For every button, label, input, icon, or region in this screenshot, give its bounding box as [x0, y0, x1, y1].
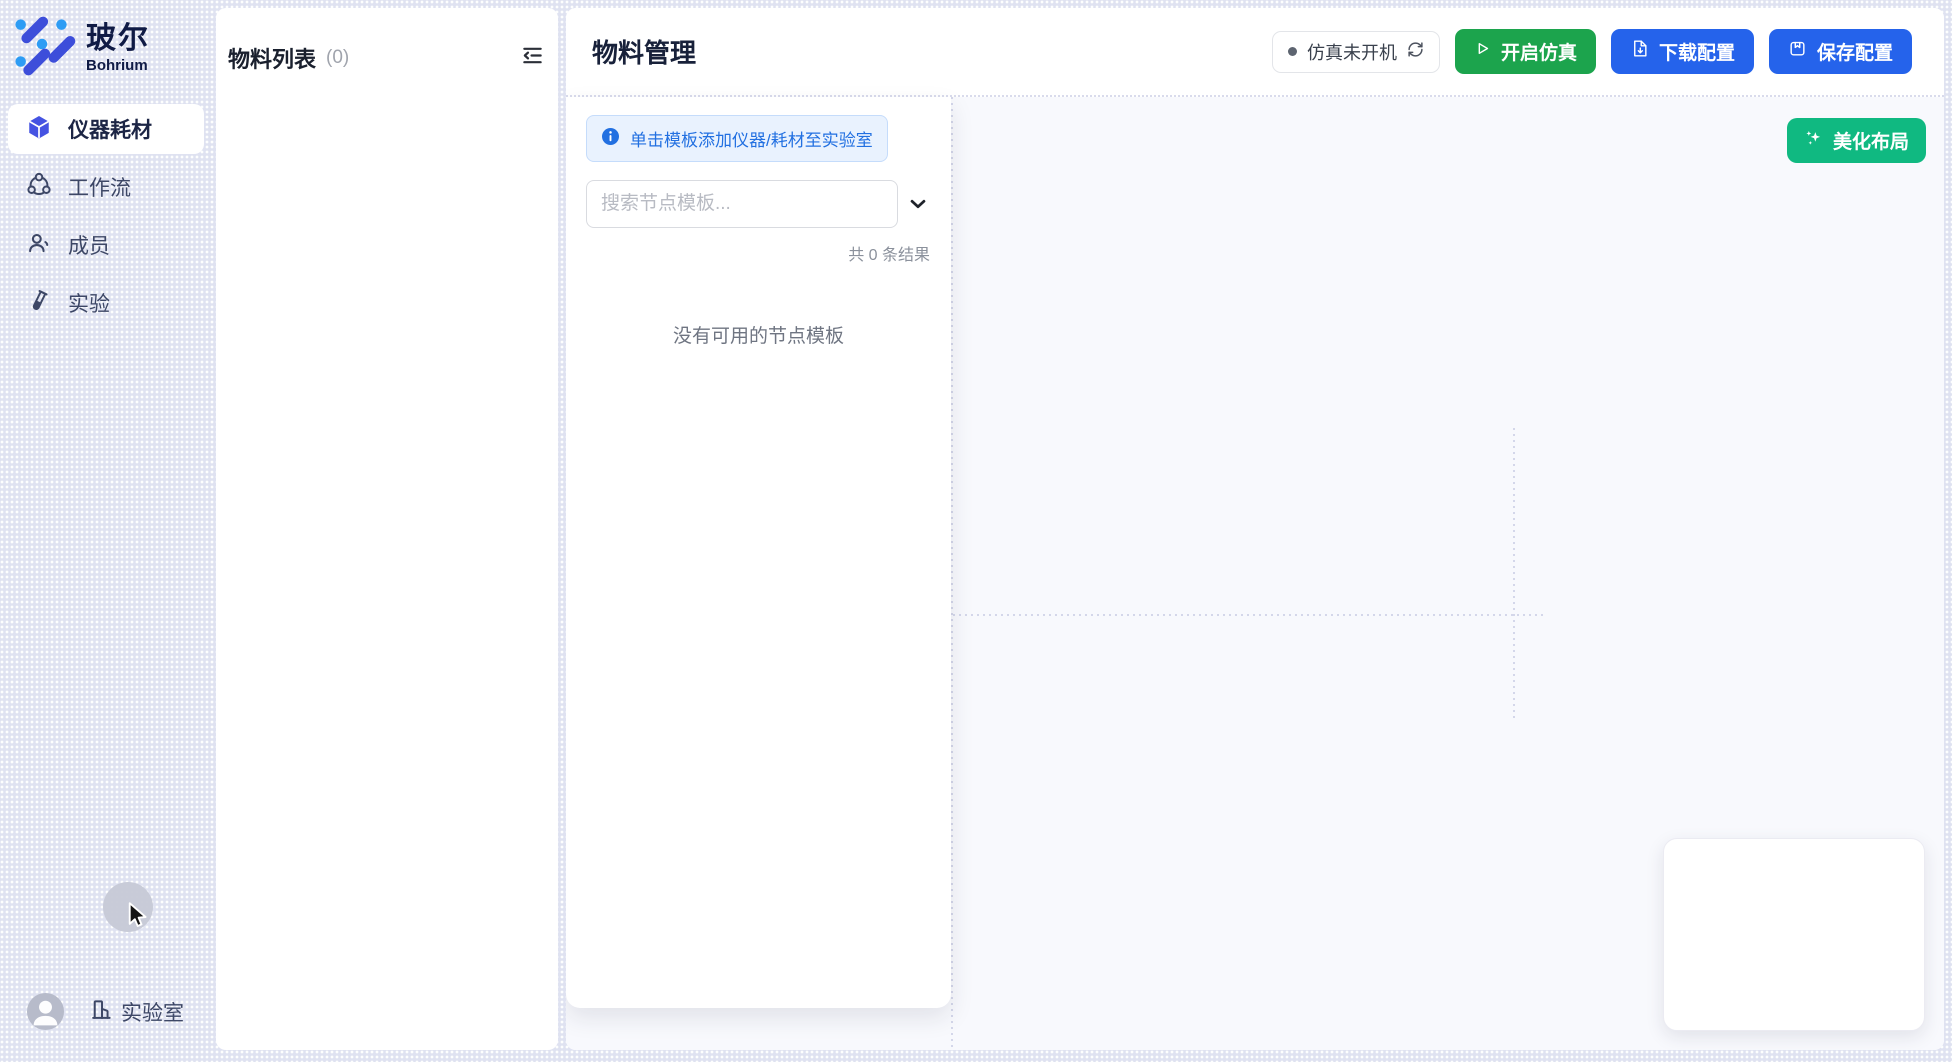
page-title: 物料管理 — [592, 33, 696, 70]
empty-templates-text: 没有可用的节点模板 — [586, 321, 931, 348]
main-panel: 物料管理 仿真未开机 — [566, 8, 1944, 1050]
node-template-panel: 单击模板添加仪器/耗材至实验室 共 0 条结果 没有可用的节点模板 — [566, 97, 951, 1008]
building-icon — [89, 997, 114, 1027]
refresh-icon[interactable] — [1407, 41, 1424, 63]
brand-subtitle: Bohrium — [86, 57, 150, 74]
sidebar-nav: 仪器耗材 工作流 成员 — [8, 104, 204, 336]
info-icon — [601, 127, 620, 151]
lab-label: 实验室 — [121, 997, 184, 1027]
brand-logo: 玻尔 Bohrium — [10, 12, 150, 83]
hint-banner-text: 单击模板添加仪器/耗材至实验室 — [630, 126, 873, 151]
sidebar-item-experiment[interactable]: 实验 — [8, 278, 204, 328]
mouse-cursor-icon — [124, 901, 151, 936]
canvas-guide-line — [1513, 428, 1515, 720]
user-avatar[interactable] — [27, 993, 64, 1030]
sparkles-icon — [1804, 128, 1824, 154]
template-search-input[interactable] — [586, 180, 898, 228]
save-config-button[interactable]: 保存配置 — [1769, 29, 1912, 74]
sidebar-item-workflow[interactable]: 工作流 — [8, 162, 204, 212]
sidebar-footer-lab[interactable]: 实验室 — [0, 993, 216, 1030]
simulation-status-label: 仿真未开机 — [1307, 39, 1397, 65]
status-dot-icon — [1288, 47, 1297, 56]
file-download-icon — [1630, 39, 1649, 64]
chevron-down-icon[interactable] — [905, 191, 931, 217]
materials-list-panel: 物料列表 (0) — [216, 8, 558, 1050]
main-header: 物料管理 仿真未开机 — [566, 8, 1944, 97]
sidebar-item-label: 成员 — [68, 230, 110, 260]
flow-canvas[interactable]: 单击模板添加仪器/耗材至实验室 共 0 条结果 没有可用的节点模板 — [566, 97, 1944, 1050]
download-config-button[interactable]: 下载配置 — [1611, 29, 1754, 74]
sidebar-item-members[interactable]: 成员 — [8, 220, 204, 270]
results-count: 共 0 条结果 — [586, 241, 931, 265]
sidebar-item-label: 工作流 — [68, 172, 131, 202]
bohrium-logo-icon — [10, 12, 76, 83]
sidebar-item-label: 仪器耗材 — [68, 114, 152, 144]
cube-icon — [26, 114, 52, 145]
play-icon — [1474, 40, 1491, 63]
test-tube-icon — [26, 288, 52, 319]
save-icon — [1788, 39, 1807, 64]
start-simulation-button[interactable]: 开启仿真 — [1455, 29, 1596, 74]
sidebar-item-instruments[interactable]: 仪器耗材 — [8, 104, 204, 154]
beautify-layout-button[interactable]: 美化布局 — [1787, 118, 1926, 163]
canvas-guide-line — [953, 614, 1546, 616]
canvas-minimap[interactable] — [1663, 838, 1925, 1031]
hint-banner: 单击模板添加仪器/耗材至实验室 — [586, 115, 888, 162]
simulation-status-pill[interactable]: 仿真未开机 — [1272, 31, 1440, 73]
materials-list-title: 物料列表 — [228, 42, 316, 74]
members-icon — [26, 230, 52, 261]
menu-fold-icon[interactable] — [521, 44, 544, 72]
brand-name: 玻尔 — [86, 22, 150, 55]
workflow-icon — [26, 172, 52, 203]
materials-list-count: (0) — [326, 47, 349, 69]
sidebar-item-label: 实验 — [68, 288, 110, 318]
canvas-guide-line — [951, 97, 953, 1050]
